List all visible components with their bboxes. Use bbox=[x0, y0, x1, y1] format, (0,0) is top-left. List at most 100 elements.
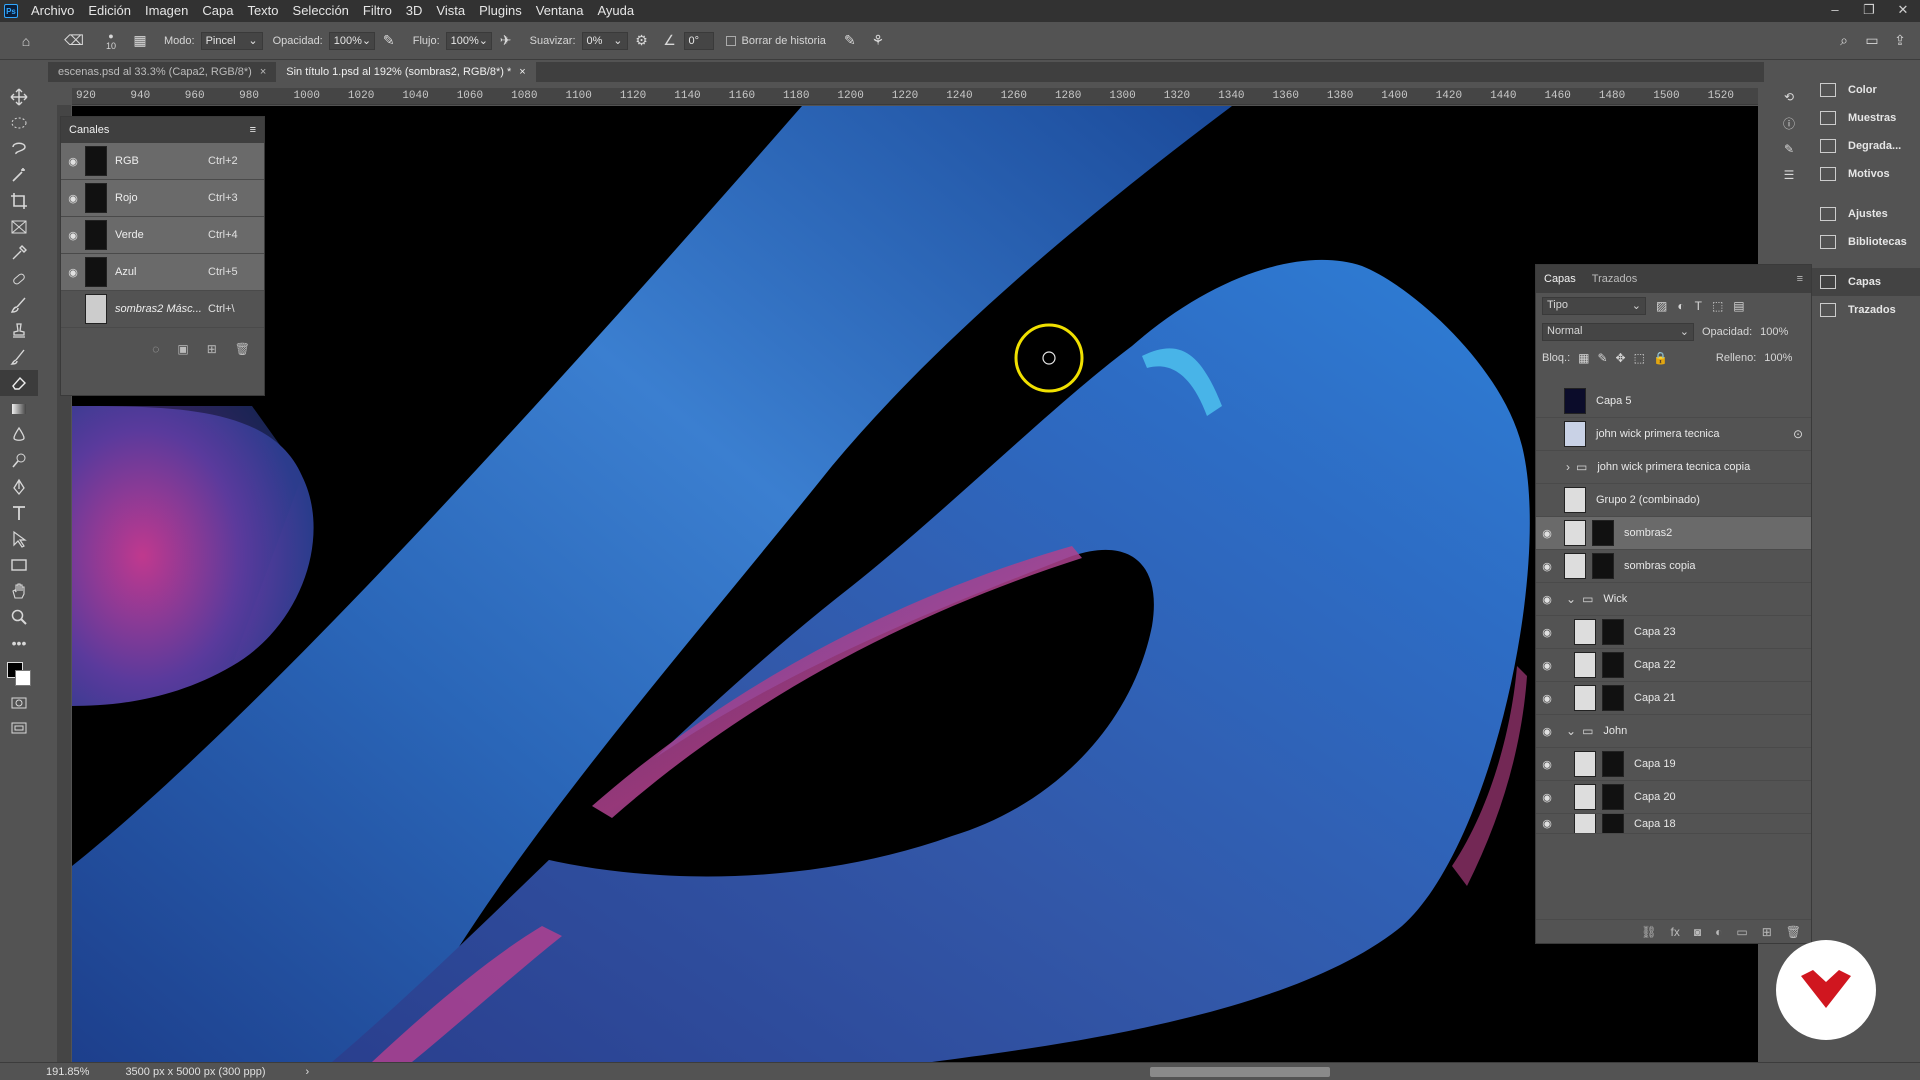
layer-row[interactable]: Grupo 2 (combinado) bbox=[1536, 484, 1811, 517]
stamp-tool-icon[interactable] bbox=[0, 318, 38, 344]
share-icon[interactable]: ⇪ bbox=[1890, 31, 1910, 51]
filter-type-icon[interactable]: T bbox=[1695, 299, 1702, 313]
rectangle-tool-icon[interactable] bbox=[0, 552, 38, 578]
document-canvas[interactable] bbox=[72, 106, 1758, 1062]
horizontal-scrollbar[interactable] bbox=[1150, 1067, 1330, 1077]
layer-row[interactable]: john wick primera tecnica ⊙ bbox=[1536, 418, 1811, 451]
menu-edicion[interactable]: Edición bbox=[81, 0, 138, 22]
trash-icon[interactable]: 🗑 bbox=[235, 342, 250, 356]
path-selection-icon[interactable] bbox=[0, 526, 38, 552]
layer-row[interactable]: Capa 5 bbox=[1536, 385, 1811, 418]
trash-icon[interactable]: 🗑 bbox=[1786, 925, 1801, 939]
eye-icon[interactable]: ◉ bbox=[1536, 817, 1558, 830]
close-icon[interactable]: ✕ bbox=[1886, 0, 1920, 22]
menu-filtro[interactable]: Filtro bbox=[356, 0, 399, 22]
panel-color[interactable]: Color bbox=[1810, 76, 1920, 104]
frame-tool-icon[interactable] bbox=[0, 214, 38, 240]
new-group-icon[interactable]: ▭ bbox=[1736, 925, 1747, 939]
tab-capas[interactable]: Capas bbox=[1536, 273, 1584, 285]
tab-trazados[interactable]: Trazados bbox=[1584, 273, 1645, 285]
layer-row[interactable]: ◉ sombras copia bbox=[1536, 550, 1811, 583]
channel-row[interactable]: ◉ Verde Ctrl+4 bbox=[61, 217, 264, 254]
panel-menu-icon[interactable]: ≡ bbox=[250, 124, 256, 136]
new-channel-icon[interactable]: ⊞ bbox=[207, 342, 217, 356]
flow-input[interactable]: 100% ⌄ bbox=[445, 31, 492, 50]
link-icon[interactable]: ⛓ bbox=[1641, 925, 1656, 939]
channels-title[interactable]: Canales bbox=[69, 124, 109, 136]
healing-brush-icon[interactable] bbox=[0, 266, 38, 292]
more-tools-icon[interactable]: ••• bbox=[0, 630, 38, 656]
filter-pixel-icon[interactable]: ▨ bbox=[1656, 299, 1667, 313]
pressure-size-icon[interactable]: ✎ bbox=[840, 31, 860, 51]
magic-wand-icon[interactable] bbox=[0, 162, 38, 188]
brush-tool-icon[interactable] bbox=[0, 292, 38, 318]
channel-row[interactable]: ◉ Rojo Ctrl+3 bbox=[61, 180, 264, 217]
screen-mode-icon[interactable] bbox=[0, 716, 38, 742]
panel-trazados[interactable]: Trazados bbox=[1810, 296, 1920, 324]
eye-icon[interactable]: ◉ bbox=[1536, 593, 1558, 606]
eye-icon[interactable]: ◉ bbox=[61, 192, 85, 205]
panel-menu-icon[interactable]: ≡ bbox=[1789, 273, 1811, 285]
close-icon[interactable]: × bbox=[519, 62, 525, 82]
eye-icon[interactable]: ◉ bbox=[61, 229, 85, 242]
lasso-tool-icon[interactable] bbox=[0, 136, 38, 162]
brush-settings-icon[interactable]: ▦ bbox=[130, 31, 150, 51]
layer-row[interactable]: ◉ Capa 19 bbox=[1536, 748, 1811, 781]
eraser-tool-icon[interactable] bbox=[0, 370, 38, 396]
workspace-icon[interactable]: ▭ bbox=[1862, 31, 1882, 51]
menu-capa[interactable]: Capa bbox=[195, 0, 240, 22]
smoothing-input[interactable]: 0% ⌄ bbox=[581, 31, 628, 50]
eyedropper-icon[interactable] bbox=[0, 240, 38, 266]
panel-ajustes[interactable]: Ajustes bbox=[1810, 200, 1920, 228]
search-icon[interactable]: ⌕ bbox=[1834, 31, 1854, 51]
eye-icon[interactable]: ◉ bbox=[1536, 692, 1558, 705]
layer-row[interactable]: ◉ Capa 18 bbox=[1536, 814, 1811, 834]
mode-select[interactable]: Pincel ⌄ bbox=[200, 31, 263, 50]
menu-imagen[interactable]: Imagen bbox=[138, 0, 195, 22]
eye-icon[interactable]: ◉ bbox=[1536, 527, 1558, 540]
gear-icon[interactable]: ⚙ bbox=[632, 31, 652, 51]
lock-all-icon[interactable]: 🔒 bbox=[1653, 351, 1668, 365]
menu-ayuda[interactable]: Ayuda bbox=[590, 0, 641, 22]
load-selection-icon[interactable]: ◌ bbox=[152, 342, 159, 356]
eye-icon[interactable]: ◉ bbox=[1536, 659, 1558, 672]
eye-icon[interactable]: ◉ bbox=[1536, 626, 1558, 639]
info-icon[interactable]: ⓘ bbox=[1770, 110, 1808, 136]
filter-adjust-icon[interactable]: ◐ bbox=[1677, 299, 1684, 313]
menu-ventana[interactable]: Ventana bbox=[529, 0, 591, 22]
fill-value[interactable]: 100% bbox=[1764, 352, 1792, 364]
layer-filter-select[interactable]: Tipo ⌄ bbox=[1542, 297, 1646, 315]
panel-capas[interactable]: Capas bbox=[1810, 268, 1920, 296]
panel-motivos[interactable]: Motivos bbox=[1810, 160, 1920, 188]
erase-history-checkbox[interactable] bbox=[725, 35, 736, 46]
new-layer-icon[interactable]: ⊞ bbox=[1762, 925, 1772, 939]
background-color[interactable] bbox=[15, 670, 31, 686]
channel-row[interactable]: ◉ Azul Ctrl+5 bbox=[61, 254, 264, 291]
color-swatches[interactable] bbox=[0, 656, 38, 690]
lock-paint-icon[interactable]: ✎ bbox=[1597, 351, 1607, 365]
marquee-tool-icon[interactable] bbox=[0, 110, 38, 136]
hand-tool-icon[interactable] bbox=[0, 578, 38, 604]
chevron-right-icon[interactable]: › bbox=[1566, 460, 1570, 474]
group-row[interactable]: ◉ ⌄ ▭ John bbox=[1536, 715, 1811, 748]
filter-shape-icon[interactable]: ⬚ bbox=[1712, 299, 1723, 313]
document-info[interactable]: 3500 px x 5000 px (300 ppp) bbox=[125, 1066, 265, 1078]
save-selection-icon[interactable]: ▣ bbox=[177, 342, 188, 356]
layer-row-selected[interactable]: ◉ sombras2 bbox=[1536, 517, 1811, 550]
symmetry-icon[interactable]: ⚘ bbox=[868, 31, 888, 51]
brush-preset[interactable]: ● 10 bbox=[106, 31, 116, 51]
eye-icon[interactable]: ◉ bbox=[61, 266, 85, 279]
lock-transparent-icon[interactable]: ▦ bbox=[1578, 351, 1589, 365]
close-icon[interactable]: × bbox=[260, 62, 266, 82]
menu-texto[interactable]: Texto bbox=[240, 0, 285, 22]
add-mask-icon[interactable]: ◙ bbox=[1694, 925, 1701, 939]
menu-seleccion[interactable]: Selección bbox=[286, 0, 356, 22]
layer-opacity-value[interactable]: 100% bbox=[1760, 326, 1788, 338]
properties-icon[interactable]: ☰ bbox=[1770, 162, 1808, 188]
layer-row[interactable]: ◉ Capa 21 bbox=[1536, 682, 1811, 715]
eye-icon[interactable]: ◉ bbox=[1536, 791, 1558, 804]
tab-escenas[interactable]: escenas.psd al 33.3% (Capa2, RGB/8*) × bbox=[48, 62, 276, 82]
menu-plugins[interactable]: Plugins bbox=[472, 0, 529, 22]
fx-icon[interactable]: fx bbox=[1671, 925, 1680, 939]
chevron-down-icon[interactable]: ⌄ bbox=[1566, 592, 1576, 606]
